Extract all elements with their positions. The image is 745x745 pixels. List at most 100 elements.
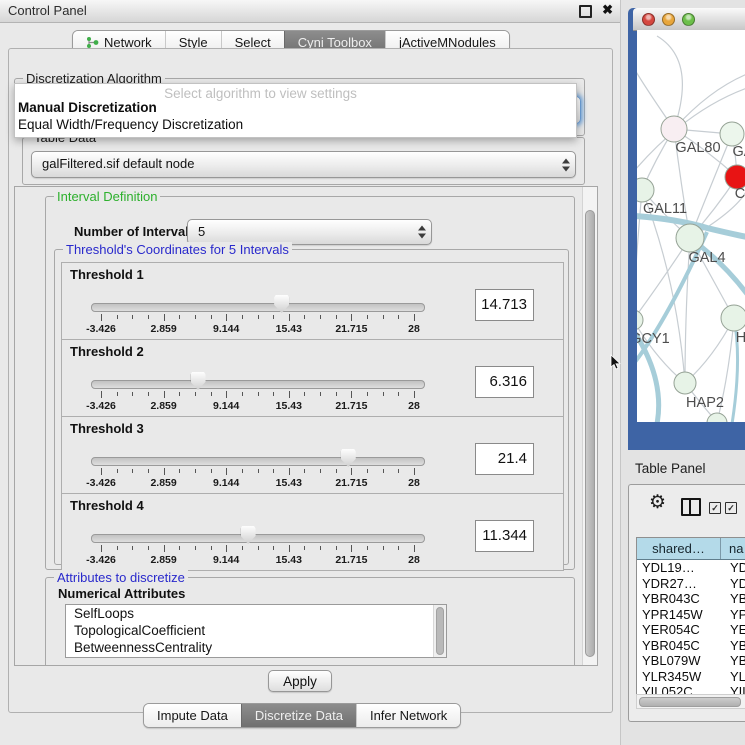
cell-shared-name[interactable]: YBL079W xyxy=(637,653,725,669)
table-row[interactable]: YBR043CYBR0 xyxy=(637,591,745,607)
slider-track[interactable] xyxy=(91,534,425,543)
slider-tick xyxy=(414,545,415,552)
settings-scrollbar[interactable] xyxy=(582,187,597,665)
table-hscrollbar[interactable] xyxy=(636,694,745,709)
threshold-4-value-field[interactable]: 11.344 xyxy=(475,520,534,552)
column-header-name[interactable]: na xyxy=(721,538,745,559)
network-node-gcy1[interactable] xyxy=(637,310,643,330)
cell-shared-name[interactable]: YIL052C xyxy=(637,684,725,694)
settings-scrollbar-thumb[interactable] xyxy=(585,210,595,657)
apply-button[interactable]: Apply xyxy=(268,670,332,692)
slider-track[interactable] xyxy=(91,303,425,312)
mac-zoom-button[interactable] xyxy=(682,13,695,26)
slider-tick xyxy=(414,391,415,398)
table-row[interactable]: YBL079WYBL0 xyxy=(637,653,745,669)
threshold-1-value-field[interactable]: 14.713 xyxy=(475,289,534,321)
slider-tick-label: 28 xyxy=(408,323,420,335)
table-header-row: shared… na xyxy=(637,538,745,560)
slider-tick xyxy=(304,315,305,319)
tab-impute-data[interactable]: Impute Data xyxy=(144,704,241,727)
cell-shared-name[interactable]: YBR043C xyxy=(637,591,725,607)
split-columns-icon[interactable] xyxy=(681,498,701,516)
slider-tick-label: 28 xyxy=(408,400,420,412)
network-edge xyxy=(637,190,642,320)
slider-tick xyxy=(351,468,352,475)
slider-tick xyxy=(289,545,290,552)
gear-icon[interactable]: ⚙ xyxy=(649,493,666,512)
checkbox-icon[interactable]: ✓ xyxy=(709,502,721,514)
slider-tick xyxy=(179,392,180,396)
network-node-ga[interactable] xyxy=(720,122,744,146)
network-node-label: GCY1 xyxy=(637,331,670,347)
attribute-item-selfloops[interactable]: SelfLoops xyxy=(66,605,446,622)
network-node-h[interactable] xyxy=(721,305,745,331)
slider-tick xyxy=(336,469,337,473)
slider-tick xyxy=(117,392,118,396)
slider-track[interactable] xyxy=(91,380,425,389)
slider-tick xyxy=(101,391,102,398)
threshold-panel-threshold-2: Threshold 2-3.4262.8599.14415.4321.71528… xyxy=(61,339,564,417)
checkbox-icon[interactable]: ✓ xyxy=(725,502,737,514)
threshold-3-value-field[interactable]: 21.4 xyxy=(475,443,534,475)
slider-tick xyxy=(351,545,352,552)
slider-tick-label: -3.426 xyxy=(86,323,116,335)
cell-name[interactable]: YER0 xyxy=(725,622,745,638)
cell-shared-name[interactable]: YDL19… xyxy=(637,560,725,576)
slider-tick-label: 9.144 xyxy=(213,323,239,335)
cell-name[interactable]: YLR3 xyxy=(725,669,745,685)
combo-stepper-icon xyxy=(561,157,570,172)
network-node-gal80[interactable] xyxy=(661,116,687,142)
mac-close-button[interactable] xyxy=(642,13,655,26)
slider-tick xyxy=(320,315,321,319)
table-row[interactable]: YLR345WYLR3 xyxy=(637,669,745,685)
cell-name[interactable]: YDR2 xyxy=(725,576,745,592)
cell-shared-name[interactable]: YDR27… xyxy=(637,576,725,592)
cell-name[interactable]: YIL0 xyxy=(725,684,745,694)
cell-name[interactable]: YDL1 xyxy=(725,560,745,576)
attribute-item-topologicalcoefficient[interactable]: TopologicalCoefficient xyxy=(66,622,446,639)
network-edge xyxy=(637,238,690,320)
attribute-items: SelfLoopsTopologicalCoefficientBetweenne… xyxy=(66,605,446,656)
network-node-hap2[interactable] xyxy=(674,372,696,394)
slider-tick xyxy=(383,546,384,550)
attribute-item-betweennesscentrality[interactable]: BetweennessCentrality xyxy=(66,639,446,656)
cell-shared-name[interactable]: YER054C xyxy=(637,622,725,638)
algorithm-option-manual-discretization[interactable]: Manual Discretization xyxy=(18,100,573,115)
cell-name[interactable]: YBR0 xyxy=(725,591,745,607)
table-row[interactable]: YER054CYER0 xyxy=(637,622,745,638)
slider-tick xyxy=(101,545,102,552)
network-node-gal11[interactable] xyxy=(637,178,654,202)
list-scrollbar-thumb[interactable] xyxy=(436,607,444,655)
tab-infer-network[interactable]: Infer Network xyxy=(356,704,460,727)
close-icon[interactable]: ✖ xyxy=(602,2,613,18)
network-node-gal4[interactable] xyxy=(676,224,704,252)
table-row[interactable]: YBR045CYBR0 xyxy=(637,638,745,654)
network-node-label: C xyxy=(735,186,745,202)
table-row[interactable]: YIL052CYIL0 xyxy=(637,684,745,694)
mac-minimize-button[interactable] xyxy=(662,13,675,26)
network-canvas[interactable]: GAL80GACGAL11GAL4GCY1HHAP2 xyxy=(637,30,745,422)
threshold-2-value-field[interactable]: 6.316 xyxy=(475,366,534,398)
cell-name[interactable]: YBR0 xyxy=(725,638,745,654)
cell-name[interactable]: YBL0 xyxy=(725,653,745,669)
float-window-icon[interactable] xyxy=(579,5,592,18)
cell-shared-name[interactable]: YPR145W xyxy=(637,607,725,623)
cell-shared-name[interactable]: YLR345W xyxy=(637,669,725,685)
table-row[interactable]: YDR27…YDR2 xyxy=(637,576,745,592)
cell-name[interactable]: YPR1 xyxy=(725,607,745,623)
table-hscrollbar-thumb[interactable] xyxy=(639,697,741,707)
cell-shared-name[interactable]: YBR045C xyxy=(637,638,725,654)
tab-label: Infer Network xyxy=(370,704,447,727)
list-scrollbar[interactable] xyxy=(433,605,446,657)
table-data-combobox[interactable]: galFiltered.sif default node xyxy=(31,151,576,178)
tab-discretize-data[interactable]: Discretize Data xyxy=(241,704,356,727)
table-row[interactable]: YPR145WYPR1 xyxy=(637,607,745,623)
algorithm-option-equal-width-frequency-discretization[interactable]: Equal Width/Frequency Discretization xyxy=(18,117,573,132)
slider-track[interactable] xyxy=(91,457,425,466)
slider-tick xyxy=(179,315,180,319)
slider-tick xyxy=(226,545,227,552)
column-header-shared[interactable]: shared… xyxy=(637,538,721,559)
network-view-window: GAL80GACGAL11GAL4GCY1HHAP2 xyxy=(628,8,745,450)
table-row[interactable]: YDL19…YDL1 xyxy=(637,560,745,576)
slider-tick-label: 2.859 xyxy=(150,477,176,489)
